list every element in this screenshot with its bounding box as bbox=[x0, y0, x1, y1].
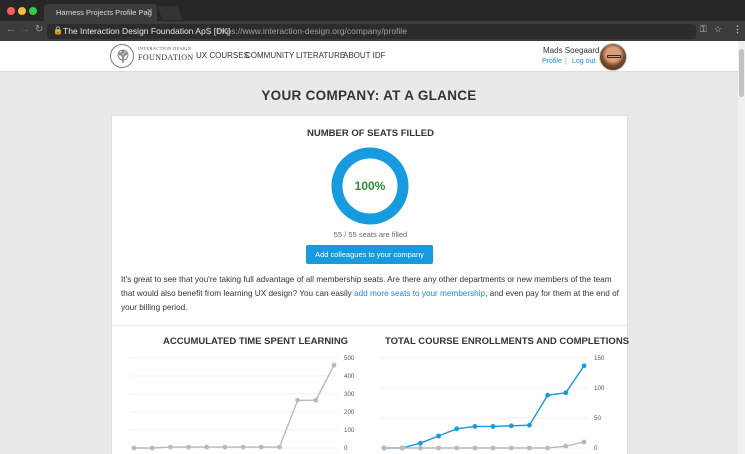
logo-emblem[interactable] bbox=[110, 44, 134, 68]
y-tick-label: 100 bbox=[344, 427, 355, 434]
data-point bbox=[258, 444, 264, 450]
y-tick-label: 200 bbox=[344, 409, 355, 416]
url-separator: | bbox=[207, 25, 210, 35]
seats-filled-text: 55 / 55 seats are filled bbox=[333, 230, 408, 239]
browser-toolbar: ← → ↻ 🔒 The Interaction Design Foundatio… bbox=[0, 21, 745, 41]
data-point bbox=[131, 445, 137, 451]
data-point bbox=[472, 424, 478, 429]
seats-percent-label: 100% bbox=[354, 179, 386, 193]
nav-link-literature[interactable]: LITERATURE bbox=[296, 51, 345, 60]
page-title: YOUR COMPANY: AT A GLANCE bbox=[261, 88, 477, 103]
nav-link-about-idf[interactable]: ABOUT IDF bbox=[343, 51, 386, 60]
data-point bbox=[222, 444, 228, 450]
address-bar[interactable]: 🔒 The Interaction Design Foundation ApS … bbox=[47, 24, 696, 39]
y-tick-label: 0 bbox=[594, 445, 598, 452]
enrollments-line-chart: 050100150JunJulAugSepOctNovDecJanFebMarA… bbox=[380, 355, 605, 452]
data-point bbox=[490, 424, 496, 429]
data-point bbox=[545, 445, 551, 451]
window-minimize-button[interactable] bbox=[18, 7, 26, 15]
y-tick-label: 500 bbox=[344, 355, 355, 362]
profile-link[interactable]: Profile bbox=[542, 58, 562, 65]
forward-arrow-icon[interactable]: → bbox=[20, 24, 30, 35]
data-point bbox=[454, 426, 460, 432]
y-tick-label: 100 bbox=[594, 385, 605, 392]
tree-icon bbox=[117, 49, 129, 63]
y-tick-label: 150 bbox=[594, 355, 605, 362]
time-learning-line-chart: 0100200300400500JunJulAugSepOctNovDecJan… bbox=[130, 355, 355, 452]
data-point bbox=[527, 422, 532, 428]
data-point bbox=[331, 362, 337, 368]
key-icon[interactable]: ⚿ bbox=[700, 24, 707, 35]
data-point bbox=[436, 445, 441, 451]
lock-icon: 🔒 bbox=[53, 26, 63, 35]
scrollbar-thumb[interactable] bbox=[739, 49, 744, 97]
data-point bbox=[563, 390, 569, 396]
data-point bbox=[545, 392, 551, 398]
section-divider bbox=[112, 325, 629, 326]
logo-text-bottom: FOUNDATION bbox=[138, 53, 194, 62]
data-point bbox=[149, 445, 155, 451]
logo-text-top: INTERACTION DESIGN bbox=[138, 46, 192, 51]
seats-message: It's great to see that you're taking ful… bbox=[121, 273, 621, 315]
data-point bbox=[581, 439, 587, 445]
data-point bbox=[277, 444, 282, 450]
series-line bbox=[384, 365, 585, 449]
bookmark-star-icon[interactable]: ☆ bbox=[714, 24, 722, 35]
url-site-identity: The Interaction Design Foundation ApS [D… bbox=[63, 26, 231, 36]
add-colleagues-button[interactable]: Add colleagues to your company bbox=[306, 245, 433, 264]
tab-title: Harness Projects Profile Page bbox=[56, 8, 152, 17]
avatar-glasses bbox=[607, 55, 621, 58]
data-point bbox=[508, 445, 514, 451]
data-point bbox=[581, 363, 587, 369]
y-tick-label: 50 bbox=[594, 415, 601, 422]
nav-link-community[interactable]: COMMUNITY bbox=[245, 51, 294, 60]
data-point bbox=[381, 445, 387, 451]
company-overview-card: NUMBER OF SEATS FILLED 100% 55 / 55 seat… bbox=[111, 115, 630, 454]
window-zoom-button[interactable] bbox=[29, 7, 37, 15]
time-learning-chart-title: ACCUMULATED TIME SPENT LEARNING bbox=[163, 336, 349, 347]
user-links-separator: | bbox=[565, 58, 567, 65]
data-point bbox=[240, 444, 246, 450]
data-point bbox=[313, 397, 319, 403]
data-point bbox=[399, 445, 405, 451]
tab-close-icon[interactable]: ✕ bbox=[146, 7, 153, 16]
window-close-button[interactable] bbox=[7, 7, 15, 15]
y-tick-label: 0 bbox=[344, 445, 348, 452]
new-tab-button[interactable] bbox=[157, 6, 183, 20]
data-point bbox=[508, 423, 514, 429]
y-tick-label: 400 bbox=[344, 373, 355, 380]
data-point bbox=[186, 444, 191, 450]
data-point bbox=[563, 443, 569, 449]
data-point bbox=[204, 444, 210, 450]
site-header: INTERACTION DESIGN FOUNDATION UX COURSES… bbox=[0, 41, 738, 72]
user-name: Mads Soegaard bbox=[543, 46, 600, 55]
browser-tab[interactable]: Harness Projects Profile Page ✕ bbox=[44, 4, 157, 21]
avatar[interactable] bbox=[599, 43, 627, 71]
add-seats-link[interactable]: add more seats to your membership bbox=[354, 289, 485, 298]
nav-link-ux-courses[interactable]: UX COURSES bbox=[196, 51, 249, 60]
data-point bbox=[527, 445, 532, 451]
y-tick-label: 300 bbox=[344, 391, 355, 398]
browser-tab-bar: Harness Projects Profile Page ✕ bbox=[0, 0, 745, 21]
browser-window: Harness Projects Profile Page ✕ ← → ↻ 🔒 … bbox=[0, 0, 745, 454]
reload-icon[interactable]: ↻ bbox=[35, 24, 43, 35]
browser-menu-icon[interactable]: ⋮ bbox=[733, 24, 742, 35]
data-point bbox=[454, 445, 460, 451]
data-point bbox=[472, 445, 478, 451]
logout-link[interactable]: Log out bbox=[572, 58, 595, 65]
data-point bbox=[167, 444, 173, 450]
back-arrow-icon[interactable]: ← bbox=[6, 24, 16, 35]
data-point bbox=[417, 445, 423, 451]
seats-section-title: NUMBER OF SEATS FILLED bbox=[306, 128, 435, 139]
data-point bbox=[295, 397, 301, 403]
page-viewport: INTERACTION DESIGN FOUNDATION UX COURSES… bbox=[0, 41, 738, 454]
url-text: https://www.interaction-design.org/compa… bbox=[217, 26, 407, 36]
enrollments-chart-title: TOTAL COURSE ENROLLMENTS AND COMPLETIONS bbox=[385, 336, 630, 347]
data-point bbox=[417, 440, 423, 446]
series-line bbox=[134, 364, 335, 449]
data-point bbox=[490, 445, 496, 451]
page-scrollbar[interactable] bbox=[738, 41, 745, 454]
data-point bbox=[436, 433, 441, 439]
